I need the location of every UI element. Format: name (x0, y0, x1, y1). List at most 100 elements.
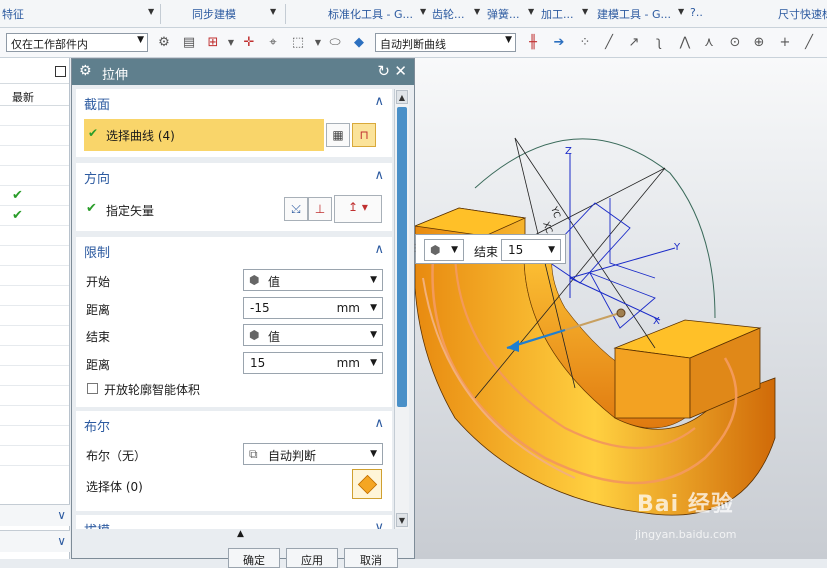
ribbon-more[interactable]: ?.. (690, 6, 703, 19)
vector-dialog-button[interactable]: ⊥ (308, 197, 332, 221)
navigator-row[interactable] (0, 386, 69, 406)
select-face-icon[interactable]: ⌖ (264, 34, 282, 52)
more-options-icon[interactable]: ▲ (237, 529, 244, 539)
gear-icon[interactable]: ⚙ (79, 63, 92, 79)
snap-point-icon[interactable]: ⊞ (204, 34, 222, 52)
chevron-down-icon[interactable]: ∨ (374, 520, 384, 529)
chevron-down-icon[interactable]: ▼ (222, 34, 240, 52)
select-edge-icon[interactable]: ✛ (240, 34, 258, 52)
ribbon-group-gear[interactable]: 齿轮... (432, 6, 465, 22)
navigator-row[interactable] (0, 366, 69, 386)
navigator-row[interactable] (0, 266, 69, 286)
vector-type-dropdown[interactable]: ↥ ▾ (334, 195, 382, 223)
maximize-icon[interactable] (55, 66, 66, 77)
dialog-titlebar[interactable]: ⚙ 拉伸 ↻ ✕ (72, 59, 414, 85)
snap-arc-center-icon[interactable]: ⋏ (700, 34, 718, 52)
navigator-details-panel[interactable]: ∨ (0, 504, 70, 526)
snap-intersection-icon[interactable]: ⋀ (676, 34, 694, 52)
stop-at-intersection-icon[interactable]: ╫ (524, 34, 542, 52)
navigator-row[interactable] (0, 346, 69, 366)
snap-tangent-icon[interactable]: ⊕ (750, 34, 768, 52)
limits-header[interactable]: 限制 ∧ (76, 237, 392, 263)
navigator-preview-panel[interactable]: ∨ (0, 530, 70, 552)
snap-control-point-icon[interactable]: ʅ (650, 34, 668, 52)
select-bodies-icon[interactable]: ▤ (180, 34, 198, 52)
navigator-row[interactable] (0, 146, 69, 166)
chevron-up-icon[interactable]: ∧ (374, 168, 384, 183)
snap-on-surface-icon[interactable]: ╱ (800, 34, 818, 52)
ribbon-dropdown-icon[interactable]: ▼ (528, 7, 534, 16)
ribbon-dropdown-icon[interactable]: ▼ (420, 7, 426, 16)
start-type-select[interactable]: ⬢ 值 ▼ (243, 269, 383, 291)
direction-header[interactable]: 方向 ∧ (76, 163, 392, 189)
navigator-row[interactable] (0, 306, 69, 326)
navigator-row[interactable]: ✔ (0, 206, 69, 226)
reverse-direction-button[interactable]: ⤩ (284, 197, 308, 221)
type-filter-select[interactable]: 仅在工作部件内 ▼ (6, 33, 148, 52)
navigator-row[interactable] (0, 246, 69, 266)
ribbon-dropdown-icon[interactable]: ▼ (270, 7, 276, 16)
onscreen-end-value-input[interactable]: 15 ▼ (501, 239, 561, 261)
ribbon-group-sync[interactable]: 同步建模 (192, 6, 236, 22)
select-whole-icon[interactable]: ⬭ (326, 34, 344, 52)
drag-grip-icon[interactable]: ⋮ (410, 243, 420, 254)
chevron-down-icon[interactable]: ▼ (309, 34, 327, 52)
chevron-up-icon[interactable]: ∧ (374, 416, 384, 431)
select-solid-icon[interactable]: ◆ (350, 34, 368, 52)
navigator-row[interactable] (0, 106, 69, 126)
navigator-row[interactable] (0, 426, 69, 446)
ribbon-group-dimension[interactable]: 尺寸快速标 (778, 6, 827, 22)
ribbon-group-feature[interactable]: 特征 (2, 6, 24, 22)
chevron-up-icon[interactable]: ∧ (374, 242, 384, 257)
ribbon-group-machining[interactable]: 加工... (541, 6, 574, 22)
ribbon-dropdown-icon[interactable]: ▼ (582, 7, 588, 16)
end-type-select[interactable]: ⬢ 值 ▼ (243, 324, 383, 346)
box-select-icon[interactable]: ⬚ (289, 34, 307, 52)
navigator-row[interactable] (0, 226, 69, 246)
select-curve-row[interactable]: ✔ 选择曲线 (4) (84, 119, 324, 151)
apply-button[interactable]: 应用 (286, 548, 338, 568)
reset-icon[interactable]: ↻ (377, 62, 390, 80)
dialog-scrollbar[interactable]: ▲ ▼ (394, 89, 409, 529)
ribbon-group-spring[interactable]: 弹簧... (487, 6, 520, 22)
draft-header[interactable]: 拔模 ∨ (76, 515, 392, 529)
end-distance-input[interactable]: 15 mm ▼ (243, 352, 383, 374)
snap-endpoint-icon[interactable]: ╱ (600, 34, 618, 52)
boolean-select[interactable]: ⧉ 自动判断 ▼ (243, 443, 383, 465)
snap-point-on-curve-icon[interactable]: + (776, 34, 794, 52)
curve-select-button[interactable]: ⊓ (352, 123, 376, 147)
onscreen-type-select[interactable]: ⬢ ▼ (424, 239, 464, 261)
snap-quadrant-icon[interactable]: ⊙ (726, 34, 744, 52)
navigator-row[interactable]: ✔ (0, 186, 69, 206)
scrollbar-thumb[interactable] (397, 107, 407, 407)
graphics-viewport[interactable]: Z Y X XC YC ZC Bai 经验 jingyan.baidu.com (415, 58, 827, 559)
navigator-row[interactable] (0, 286, 69, 306)
ribbon-dropdown-icon[interactable]: ▼ (474, 7, 480, 16)
ribbon-group-model-tools[interactable]: 建模工具 - G... (597, 6, 671, 22)
ribbon-dropdown-icon[interactable]: ▼ (678, 7, 684, 16)
ribbon-group-std-tools[interactable]: 标准化工具 - G... (328, 6, 413, 22)
extrude-end-handle[interactable] (616, 308, 626, 318)
snap-existing-point-icon[interactable]: ⁘ (576, 34, 594, 52)
section-header[interactable]: 截面 ∧ (76, 89, 392, 115)
start-distance-input[interactable]: -15 mm ▼ (243, 297, 383, 319)
navigator-row[interactable] (0, 166, 69, 186)
cancel-button[interactable]: 取消 (344, 548, 398, 568)
select-features-icon[interactable]: ⚙ (155, 34, 173, 52)
boolean-header[interactable]: 布尔 ∧ (76, 411, 392, 437)
follow-fillet-icon[interactable]: ➔ (550, 34, 568, 52)
snap-midpoint-icon[interactable]: ↗ (625, 34, 643, 52)
navigator-row[interactable] (0, 446, 69, 466)
navigator-row[interactable] (0, 326, 69, 346)
scroll-down-icon[interactable]: ▼ (396, 513, 408, 527)
chevron-up-icon[interactable]: ∧ (374, 94, 384, 109)
ribbon-dropdown-icon[interactable]: ▼ (148, 7, 154, 16)
close-icon[interactable]: ✕ (394, 62, 407, 80)
sketch-section-button[interactable]: ▦ (326, 123, 350, 147)
navigator-column-latest[interactable]: 最新 (0, 84, 69, 106)
scroll-up-icon[interactable]: ▲ (396, 90, 408, 104)
navigator-row[interactable] (0, 406, 69, 426)
curve-rule-select[interactable]: 自动判断曲线 ▼ (375, 33, 516, 52)
ok-button[interactable]: 确定 (228, 548, 280, 568)
navigator-row[interactable] (0, 126, 69, 146)
